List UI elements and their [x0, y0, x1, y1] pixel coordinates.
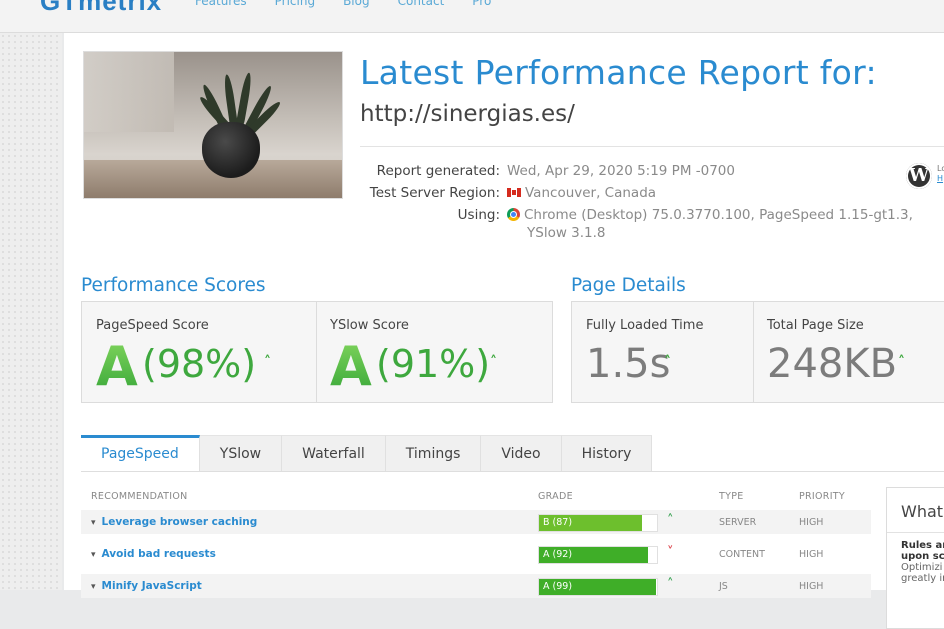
- col-header-grade: GRADE: [538, 491, 573, 502]
- page-screenshot-thumbnail[interactable]: [83, 51, 343, 199]
- grade-bar-fill: A (99): [539, 579, 656, 595]
- col-header-type: TYPE: [719, 491, 744, 502]
- tab-history[interactable]: History: [561, 435, 653, 471]
- canada-flag-icon: [507, 187, 521, 197]
- nav-item-blog[interactable]: Blog: [343, 0, 370, 8]
- report-generated-value: Wed, Apr 29, 2020 5:19 PM -0700: [507, 163, 735, 179]
- nav-item-pro[interactable]: Pro: [472, 0, 491, 8]
- recommendation-type: SERVER: [719, 517, 757, 528]
- recommendation-name[interactable]: Avoid bad requests: [91, 548, 216, 560]
- chevron-down-icon: ˅: [667, 545, 674, 560]
- page-details-card: Fully Loaded Time 1.5s ˄ Total Page Size…: [571, 301, 944, 403]
- region-label: Test Server Region:: [369, 185, 500, 201]
- using-value-line2: YSlow 3.1.8: [527, 225, 606, 241]
- col-header-priority: PRIORITY: [799, 491, 846, 502]
- tab-pagespeed[interactable]: PageSpeed: [81, 435, 200, 471]
- help-box-title: What: [901, 502, 944, 521]
- total-page-size-value: 248KB: [767, 341, 898, 387]
- grade-bar: B (87): [538, 514, 658, 532]
- report-main: Latest Performance Report for: http://si…: [64, 33, 944, 629]
- region-value-wrap: Vancouver, Canada: [507, 185, 656, 201]
- report-tabs: PageSpeed YSlow Waterfall Timings Video …: [81, 435, 653, 472]
- nav-item-pricing[interactable]: Pricing: [275, 0, 315, 8]
- wordpress-link[interactable]: H: [937, 174, 944, 184]
- report-generated-label: Report generated:: [376, 163, 500, 179]
- total-page-size-label: Total Page Size: [767, 318, 864, 333]
- region-value: Vancouver, Canada: [525, 185, 657, 201]
- tab-waterfall[interactable]: Waterfall: [282, 435, 386, 471]
- help-box-bold-text: Rules ar upon sc: [901, 540, 944, 562]
- nav-item-contact[interactable]: Contact: [398, 0, 445, 8]
- pagespeed-percent: (98%): [142, 342, 257, 386]
- fully-loaded-time-label: Fully Loaded Time: [586, 318, 704, 333]
- page-details-title: Page Details: [571, 275, 686, 296]
- nav-item-features[interactable]: Features: [195, 0, 247, 8]
- report-url: http://sinergias.es/: [360, 101, 575, 127]
- wordpress-info: Lo H: [937, 164, 944, 184]
- caret-up-icon: ˄: [490, 354, 497, 370]
- performance-scores-card: PageSpeed Score A (98%) ˄ YSlow Score A …: [81, 301, 553, 403]
- grade-bar: A (99): [538, 578, 658, 596]
- table-row[interactable]: Avoid bad requests A (92) ˅ CONTENT HIGH: [81, 542, 871, 566]
- top-navigation-bar: GTmetrix Features Pricing Blog Contact P…: [0, 0, 944, 33]
- tab-yslow[interactable]: YSlow: [199, 435, 283, 471]
- fully-loaded-time-value: 1.5s: [586, 341, 671, 387]
- pagespeed-score-label: PageSpeed Score: [96, 318, 209, 333]
- pagespeed-grade: A: [96, 335, 138, 398]
- recommendation-priority: HIGH: [799, 517, 824, 528]
- report-title: Latest Performance Report for:: [360, 53, 877, 92]
- table-row[interactable]: Leverage browser caching B (87) ˄ SERVER…: [81, 510, 871, 534]
- wordpress-icon: W: [906, 163, 932, 189]
- grade-bar: A (92): [538, 546, 658, 564]
- recommendation-priority: HIGH: [799, 549, 824, 560]
- help-box: What Rules ar upon sc Optimizi greatly i…: [886, 487, 944, 629]
- plant-pot: [202, 122, 260, 178]
- yslow-grade: A: [330, 335, 372, 398]
- recommendation-name[interactable]: Minify JavaScript: [91, 580, 202, 592]
- using-value-wrap: Chrome (Desktop) 75.0.3770.100, PageSpee…: [507, 207, 913, 223]
- caret-up-icon: ˄: [898, 354, 905, 370]
- recommendation-name[interactable]: Leverage browser caching: [91, 516, 258, 528]
- tab-timings[interactable]: Timings: [385, 435, 482, 471]
- grade-bar-fill: A (92): [539, 547, 648, 563]
- left-pattern-strip: [0, 33, 62, 590]
- using-label: Using:: [457, 207, 500, 223]
- using-value-line1: Chrome (Desktop) 75.0.3770.100, PageSpee…: [524, 207, 913, 223]
- site-logo[interactable]: GTmetrix: [40, 0, 162, 17]
- chevron-up-icon: ˄: [667, 513, 674, 528]
- yslow-score-label: YSlow Score: [330, 318, 409, 333]
- help-box-text: Optimizi greatly ir: [901, 562, 944, 584]
- yslow-percent: (91%): [376, 342, 491, 386]
- caret-up-icon: ˄: [664, 354, 671, 370]
- col-header-recommendation: RECOMMENDATION: [91, 491, 188, 502]
- performance-scores-title: Performance Scores: [81, 275, 266, 296]
- tab-video[interactable]: Video: [481, 435, 562, 471]
- recommendation-priority: HIGH: [799, 581, 824, 592]
- grade-bar-fill: B (87): [539, 515, 642, 531]
- chrome-icon: [507, 207, 520, 221]
- main-nav: Features Pricing Blog Contact Pro: [195, 0, 491, 8]
- table-row[interactable]: Minify JavaScript A (99) ˄ JS HIGH: [81, 574, 871, 598]
- recommendation-type: JS: [719, 581, 728, 592]
- recommendation-type: CONTENT: [719, 549, 765, 560]
- caret-up-icon: ˄: [264, 354, 271, 370]
